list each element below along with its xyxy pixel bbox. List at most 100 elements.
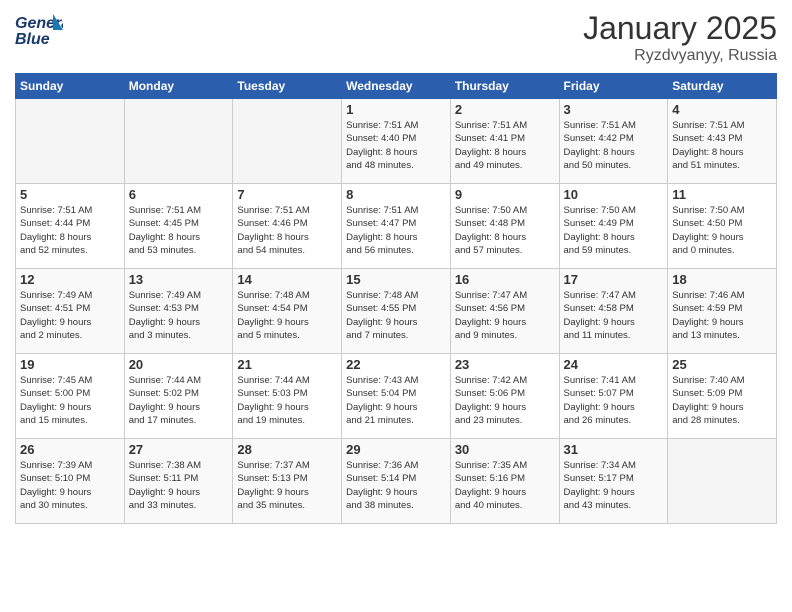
table-row bbox=[233, 99, 342, 184]
day-number: 1 bbox=[346, 102, 446, 117]
day-info: Sunrise: 7:50 AM Sunset: 4:48 PM Dayligh… bbox=[455, 204, 555, 257]
day-info: Sunrise: 7:51 AM Sunset: 4:44 PM Dayligh… bbox=[20, 204, 120, 257]
location: Ryzdvyanyy, Russia bbox=[583, 47, 777, 65]
table-row: 18 Sunrise: 7:46 AM Sunset: 4:59 PM Dayli… bbox=[668, 269, 777, 354]
day-info: Sunrise: 7:38 AM Sunset: 5:11 PM Dayligh… bbox=[129, 459, 229, 512]
day-info: Sunrise: 7:51 AM Sunset: 4:41 PM Dayligh… bbox=[455, 119, 555, 172]
day-number: 12 bbox=[20, 272, 120, 287]
day-number: 23 bbox=[455, 357, 555, 372]
table-row: 20Sunrise: 7:44 AM Sunset: 5:02 PM Dayli… bbox=[124, 354, 233, 439]
day-info: Sunrise: 7:49 AM Sunset: 4:53 PM Dayligh… bbox=[129, 289, 229, 342]
day-info: Sunrise: 7:51 AM Sunset: 4:42 PM Dayligh… bbox=[564, 119, 664, 172]
table-row bbox=[124, 99, 233, 184]
table-row: 17Sunrise: 7:47 AM Sunset: 4:58 PM Dayli… bbox=[559, 269, 668, 354]
day-number: 21 bbox=[237, 357, 337, 372]
day-number: 17 bbox=[564, 272, 664, 287]
day-number: 31 bbox=[564, 442, 664, 457]
header-monday: Monday bbox=[124, 74, 233, 99]
day-info: Sunrise: 7:47 AM Sunset: 4:56 PM Dayligh… bbox=[455, 289, 555, 342]
day-number: 22 bbox=[346, 357, 446, 372]
day-info: Sunrise: 7:51 AM Sunset: 4:40 PM Dayligh… bbox=[346, 119, 446, 172]
header-wednesday: Wednesday bbox=[342, 74, 451, 99]
header-saturday: Saturday bbox=[668, 74, 777, 99]
day-number: 16 bbox=[455, 272, 555, 287]
calendar-week-row: 5 Sunrise: 7:51 AM Sunset: 4:44 PM Daylig… bbox=[16, 184, 777, 269]
day-info: Sunrise: 7:49 AM Sunset: 4:51 PM Dayligh… bbox=[20, 289, 120, 342]
table-row: 9 Sunrise: 7:50 AM Sunset: 4:48 PM Daylig… bbox=[450, 184, 559, 269]
table-row: 3 Sunrise: 7:51 AM Sunset: 4:42 PM Daylig… bbox=[559, 99, 668, 184]
day-info: Sunrise: 7:48 AM Sunset: 4:54 PM Dayligh… bbox=[237, 289, 337, 342]
day-info: Sunrise: 7:41 AM Sunset: 5:07 PM Dayligh… bbox=[564, 374, 664, 427]
svg-text:Blue: Blue bbox=[15, 31, 50, 48]
day-info: Sunrise: 7:46 AM Sunset: 4:59 PM Dayligh… bbox=[672, 289, 772, 342]
table-row: 16 Sunrise: 7:47 AM Sunset: 4:56 PM Dayli… bbox=[450, 269, 559, 354]
day-info: Sunrise: 7:48 AM Sunset: 4:55 PM Dayligh… bbox=[346, 289, 446, 342]
table-row: 11 Sunrise: 7:50 AM Sunset: 4:50 PM Dayli… bbox=[668, 184, 777, 269]
table-row: 21 Sunrise: 7:44 AM Sunset: 5:03 PM Dayli… bbox=[233, 354, 342, 439]
header: General Blue January 2025 Ryzdvyanyy, Ru… bbox=[15, 10, 777, 65]
calendar-week-row: 1 Sunrise: 7:51 AM Sunset: 4:40 PM Daylig… bbox=[16, 99, 777, 184]
title-section: January 2025 Ryzdvyanyy, Russia bbox=[583, 10, 777, 65]
table-row: 25 Sunrise: 7:40 AM Sunset: 5:09 PM Dayli… bbox=[668, 354, 777, 439]
day-info: Sunrise: 7:34 AM Sunset: 5:17 PM Dayligh… bbox=[564, 459, 664, 512]
day-info: Sunrise: 7:36 AM Sunset: 5:14 PM Dayligh… bbox=[346, 459, 446, 512]
day-number: 10 bbox=[564, 187, 664, 202]
day-number: 3 bbox=[564, 102, 664, 117]
header-sunday: Sunday bbox=[16, 74, 125, 99]
table-row: 7Sunrise: 7:51 AM Sunset: 4:46 PM Daylig… bbox=[233, 184, 342, 269]
day-number: 20 bbox=[129, 357, 229, 372]
day-info: Sunrise: 7:51 AM Sunset: 4:46 PM Dayligh… bbox=[237, 204, 337, 257]
day-number: 9 bbox=[455, 187, 555, 202]
day-info: Sunrise: 7:40 AM Sunset: 5:09 PM Dayligh… bbox=[672, 374, 772, 427]
day-number: 13 bbox=[129, 272, 229, 287]
day-number: 8 bbox=[346, 187, 446, 202]
day-number: 18 bbox=[672, 272, 772, 287]
day-info: Sunrise: 7:45 AM Sunset: 5:00 PM Dayligh… bbox=[20, 374, 120, 427]
header-tuesday: Tuesday bbox=[233, 74, 342, 99]
day-number: 2 bbox=[455, 102, 555, 117]
day-number: 28 bbox=[237, 442, 337, 457]
day-info: Sunrise: 7:44 AM Sunset: 5:03 PM Dayligh… bbox=[237, 374, 337, 427]
table-row: 2 Sunrise: 7:51 AM Sunset: 4:41 PM Daylig… bbox=[450, 99, 559, 184]
day-info: Sunrise: 7:50 AM Sunset: 4:50 PM Dayligh… bbox=[672, 204, 772, 257]
table-row bbox=[16, 99, 125, 184]
logo: General Blue bbox=[15, 10, 63, 48]
day-info: Sunrise: 7:51 AM Sunset: 4:45 PM Dayligh… bbox=[129, 204, 229, 257]
day-number: 5 bbox=[20, 187, 120, 202]
header-friday: Friday bbox=[559, 74, 668, 99]
day-number: 19 bbox=[20, 357, 120, 372]
day-info: Sunrise: 7:50 AM Sunset: 4:49 PM Dayligh… bbox=[564, 204, 664, 257]
calendar-table: Sunday Monday Tuesday Wednesday Thursday… bbox=[15, 73, 777, 524]
table-row: 26Sunrise: 7:39 AM Sunset: 5:10 PM Dayli… bbox=[16, 439, 125, 524]
calendar-header-row: Sunday Monday Tuesday Wednesday Thursday… bbox=[16, 74, 777, 99]
calendar-week-row: 26Sunrise: 7:39 AM Sunset: 5:10 PM Dayli… bbox=[16, 439, 777, 524]
day-number: 24 bbox=[564, 357, 664, 372]
day-info: Sunrise: 7:39 AM Sunset: 5:10 PM Dayligh… bbox=[20, 459, 120, 512]
table-row: 28Sunrise: 7:37 AM Sunset: 5:13 PM Dayli… bbox=[233, 439, 342, 524]
calendar-week-row: 12 Sunrise: 7:49 AM Sunset: 4:51 PM Dayli… bbox=[16, 269, 777, 354]
calendar-week-row: 19 Sunrise: 7:45 AM Sunset: 5:00 PM Dayli… bbox=[16, 354, 777, 439]
day-info: Sunrise: 7:42 AM Sunset: 5:06 PM Dayligh… bbox=[455, 374, 555, 427]
month-title: January 2025 bbox=[583, 10, 777, 47]
logo-icon: General Blue bbox=[15, 10, 63, 48]
header-thursday: Thursday bbox=[450, 74, 559, 99]
table-row: 6 Sunrise: 7:51 AM Sunset: 4:45 PM Daylig… bbox=[124, 184, 233, 269]
table-row: 15Sunrise: 7:48 AM Sunset: 4:55 PM Dayli… bbox=[342, 269, 451, 354]
table-row: 31 Sunrise: 7:34 AM Sunset: 5:17 PM Dayli… bbox=[559, 439, 668, 524]
day-info: Sunrise: 7:43 AM Sunset: 5:04 PM Dayligh… bbox=[346, 374, 446, 427]
table-row: 4 Sunrise: 7:51 AM Sunset: 4:43 PM Daylig… bbox=[668, 99, 777, 184]
table-row: 23 Sunrise: 7:42 AM Sunset: 5:06 PM Dayli… bbox=[450, 354, 559, 439]
day-number: 30 bbox=[455, 442, 555, 457]
day-number: 11 bbox=[672, 187, 772, 202]
table-row: 27Sunrise: 7:38 AM Sunset: 5:11 PM Dayli… bbox=[124, 439, 233, 524]
table-row bbox=[668, 439, 777, 524]
day-number: 29 bbox=[346, 442, 446, 457]
table-row: 5 Sunrise: 7:51 AM Sunset: 4:44 PM Daylig… bbox=[16, 184, 125, 269]
day-number: 4 bbox=[672, 102, 772, 117]
table-row: 24 Sunrise: 7:41 AM Sunset: 5:07 PM Dayli… bbox=[559, 354, 668, 439]
day-number: 25 bbox=[672, 357, 772, 372]
day-info: Sunrise: 7:35 AM Sunset: 5:16 PM Dayligh… bbox=[455, 459, 555, 512]
day-number: 6 bbox=[129, 187, 229, 202]
day-info: Sunrise: 7:51 AM Sunset: 4:43 PM Dayligh… bbox=[672, 119, 772, 172]
table-row: 1 Sunrise: 7:51 AM Sunset: 4:40 PM Daylig… bbox=[342, 99, 451, 184]
